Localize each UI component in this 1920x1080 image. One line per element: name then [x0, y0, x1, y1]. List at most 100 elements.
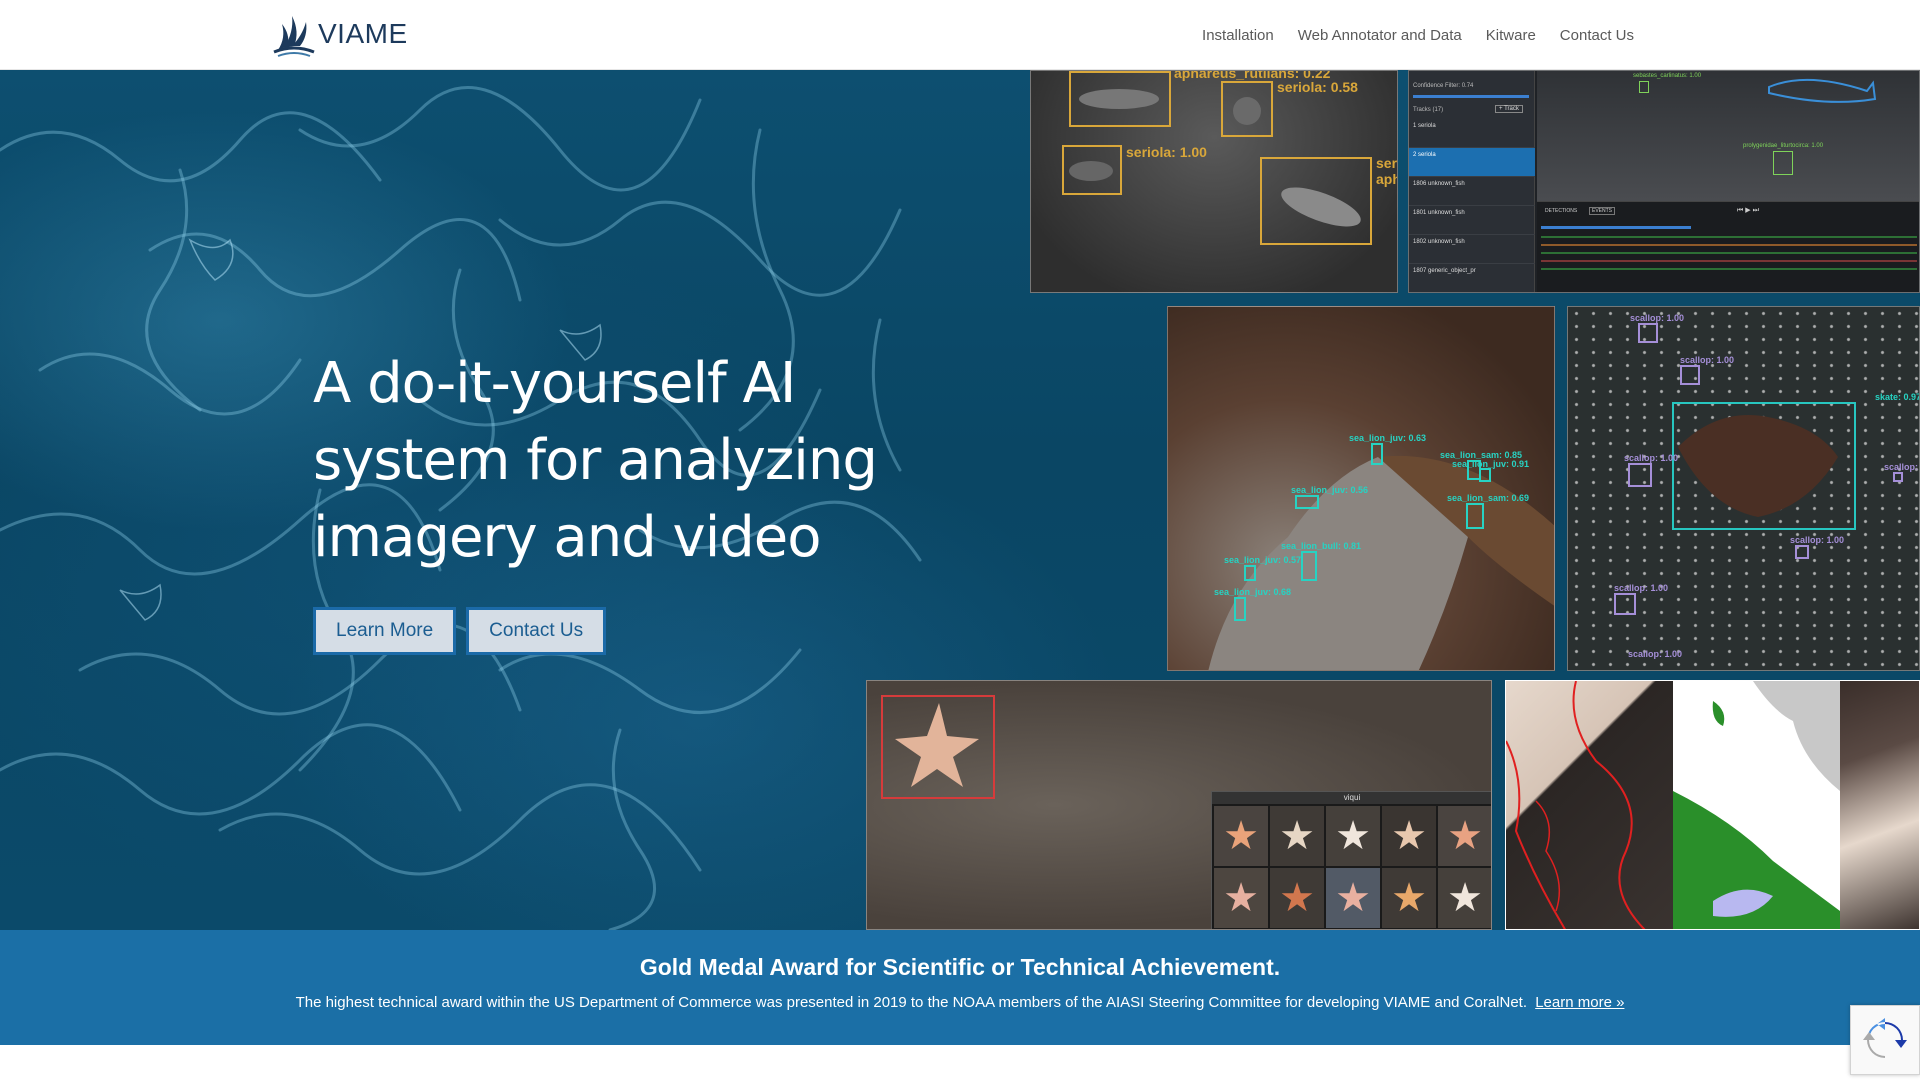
track-row[interactable]: 1 seriola: [1409, 119, 1535, 148]
thumbnail[interactable]: ★: [1438, 868, 1491, 928]
learn-more-button[interactable]: Learn More: [313, 607, 457, 655]
detection-label: scallop: 1.00: [1628, 649, 1683, 659]
hero-title-line-3: imagery and video: [313, 505, 822, 570]
detections-tab[interactable]: DETECTIONS: [1545, 208, 1577, 214]
recaptcha-icon: [1863, 1018, 1907, 1058]
detection-box: [1672, 402, 1856, 530]
thumbnail[interactable]: ★: [1270, 806, 1324, 866]
award-text: The highest technical award within the U…: [0, 994, 1920, 1011]
detection-label: sea_lion_sam: 0.69: [1447, 493, 1530, 503]
starfish-panel: viqui ★ ★ ★ ★ ★ ★ ★ ★ ★ ★: [866, 680, 1492, 930]
main-nav: Installation Web Annotator and Data Kitw…: [1202, 0, 1634, 70]
timeline-bar: [1541, 268, 1917, 270]
playback-controls[interactable]: ⏮ ▶ ⏭: [1737, 206, 1759, 215]
detection-label: scallop: 1.0: [1884, 462, 1919, 472]
detection-label: sea_lion_juv: 0.68: [1214, 587, 1292, 597]
thumbnail[interactable]: ★: [1270, 868, 1324, 928]
segmentation-panel: [1505, 680, 1920, 930]
annotator-sidebar: Confidence Filter: 0.74 Tracks (17) + Tr…: [1409, 71, 1535, 292]
detection-box: [1638, 323, 1658, 343]
thumbnail[interactable]: ★: [1438, 806, 1491, 866]
timeline-bar: [1541, 236, 1917, 238]
hero-title: A do-it-yourself AI system for analyzing…: [313, 345, 913, 576]
events-tab[interactable]: EVENTS: [1589, 207, 1616, 215]
nav-web-annotator[interactable]: Web Annotator and Data: [1298, 27, 1462, 44]
confidence-slider[interactable]: [1413, 95, 1529, 98]
recaptcha-badge[interactable]: [1850, 1005, 1920, 1075]
detection-label: scallop: 1.00: [1624, 453, 1679, 463]
segment-outline: [1506, 681, 1646, 929]
hero-title-line-2: system for analyzing: [313, 428, 878, 493]
add-track-button[interactable]: + Track: [1495, 105, 1523, 113]
segmentation-source: [1506, 681, 1673, 929]
detection-box: [1234, 597, 1246, 621]
track-row[interactable]: 1807 generic_object_pr: [1409, 264, 1535, 292]
mask-shapes: [1673, 681, 1840, 929]
page: VIAME Installation Web Annotator and Dat…: [0, 0, 1920, 1080]
detection-box: [1893, 472, 1903, 482]
annotator-frame: sebastes_carlinatus: 1.00 prolygenidae_l…: [1537, 71, 1919, 201]
logo-text: VIAME: [318, 18, 408, 49]
award-description: The highest technical award within the U…: [295, 994, 1528, 1011]
thumbnail[interactable]: ★: [1326, 868, 1380, 928]
nav-installation[interactable]: Installation: [1202, 27, 1274, 44]
detection-label: sea_lion_juv: 0.91: [1452, 459, 1530, 469]
hero-section: A do-it-yourself AI system for analyzing…: [0, 70, 1920, 930]
thumbnail[interactable]: ★: [1214, 806, 1268, 866]
fish-detection-panel: aphareus_rutilans: 0.22 seriola: 0.58 se…: [1030, 70, 1398, 293]
timeline-bar: [1541, 244, 1917, 246]
timeline-bar: [1541, 260, 1917, 262]
detection-label: scallop: 1.00: [1630, 313, 1685, 323]
detection-label: scallop: 1.00: [1790, 535, 1845, 545]
thumbnail[interactable]: ★: [1214, 868, 1268, 928]
track-row-selected[interactable]: 2 seriola: [1409, 148, 1535, 177]
hero-title-line-1: A do-it-yourself AI: [313, 351, 796, 416]
detection-box: [1628, 463, 1652, 487]
fish-silhouettes: [1069, 89, 1361, 227]
track-row[interactable]: 1801 unknown_fish: [1409, 206, 1535, 235]
thumbnail-grid: ★ ★ ★ ★ ★ ★ ★ ★ ★ ★: [1212, 804, 1491, 929]
detection-box: [1479, 468, 1491, 482]
detection-box: [1466, 503, 1484, 529]
sea-lion-detection-panel: sea_lion_juv: 0.63 sea_lion_sam: 0.85 se…: [1167, 306, 1555, 671]
thumbnail[interactable]: ★: [1382, 868, 1436, 928]
timeline-bar: [1541, 226, 1691, 229]
segmentation-mask: [1673, 681, 1840, 929]
nav-kitware[interactable]: Kitware: [1486, 27, 1536, 44]
viewer-title: viqui: [1212, 792, 1491, 804]
detection-label: sea_lion_juv: 0.57: [1224, 555, 1302, 565]
starfish-icon: [895, 703, 979, 787]
segmentation-result: [1840, 681, 1919, 929]
detection-box: [1680, 365, 1700, 385]
logo[interactable]: VIAME: [272, 8, 408, 60]
timeline-bar: [1541, 252, 1917, 254]
nav-contact-us[interactable]: Contact Us: [1560, 27, 1634, 44]
viame-logo-icon: [273, 16, 315, 57]
tracks-label: Tracks (17): [1413, 107, 1444, 113]
track-row[interactable]: 1806 unknown_fish: [1409, 177, 1535, 206]
detection-label: scallop: 1.00: [1680, 355, 1735, 365]
award-learn-more-link[interactable]: Learn more »: [1535, 994, 1624, 1011]
track-row[interactable]: 1802 unknown_fish: [1409, 235, 1535, 264]
detection-label: sea_lion_juv: 0.63: [1349, 433, 1427, 443]
scallop-detection-panel: scallop: 1.00 scallop: 1.00 skate: 0.97 …: [1567, 306, 1920, 671]
detection-box: [1295, 495, 1319, 509]
detection-label: skate: 0.97: [1875, 392, 1920, 402]
award-banner: Gold Medal Award for Scientific or Techn…: [0, 930, 1920, 1045]
detection-box: [1371, 443, 1383, 465]
detection-label: sea_lion_bull: 0.81: [1281, 541, 1362, 551]
viqui-thumbnail-viewer: viqui ★ ★ ★ ★ ★ ★ ★ ★ ★ ★: [1211, 791, 1491, 929]
fish-silhouette: [1768, 78, 1877, 103]
award-title: Gold Medal Award for Scientific or Techn…: [639, 954, 1281, 980]
contact-us-button[interactable]: Contact Us: [466, 607, 607, 655]
web-annotator-panel: Confidence Filter: 0.74 Tracks (17) + Tr…: [1408, 70, 1920, 293]
annotator-timeline: DETECTIONS EVENTS ⏮ ▶ ⏭: [1537, 201, 1919, 292]
detection-label: sea_lion_juv: 0.56: [1291, 485, 1369, 495]
thumbnail[interactable]: ★: [1382, 806, 1436, 866]
confidence-filter-label: Confidence Filter: 0.74: [1413, 83, 1474, 89]
track-list: 1 seriola 2 seriola 1806 unknown_fish 18…: [1409, 119, 1535, 292]
detection-label: scallop: 1.00: [1614, 583, 1669, 593]
thumbnail[interactable]: ★: [1326, 806, 1380, 866]
detection-box: [1795, 545, 1809, 559]
site-header: VIAME Installation Web Annotator and Dat…: [0, 0, 1920, 70]
